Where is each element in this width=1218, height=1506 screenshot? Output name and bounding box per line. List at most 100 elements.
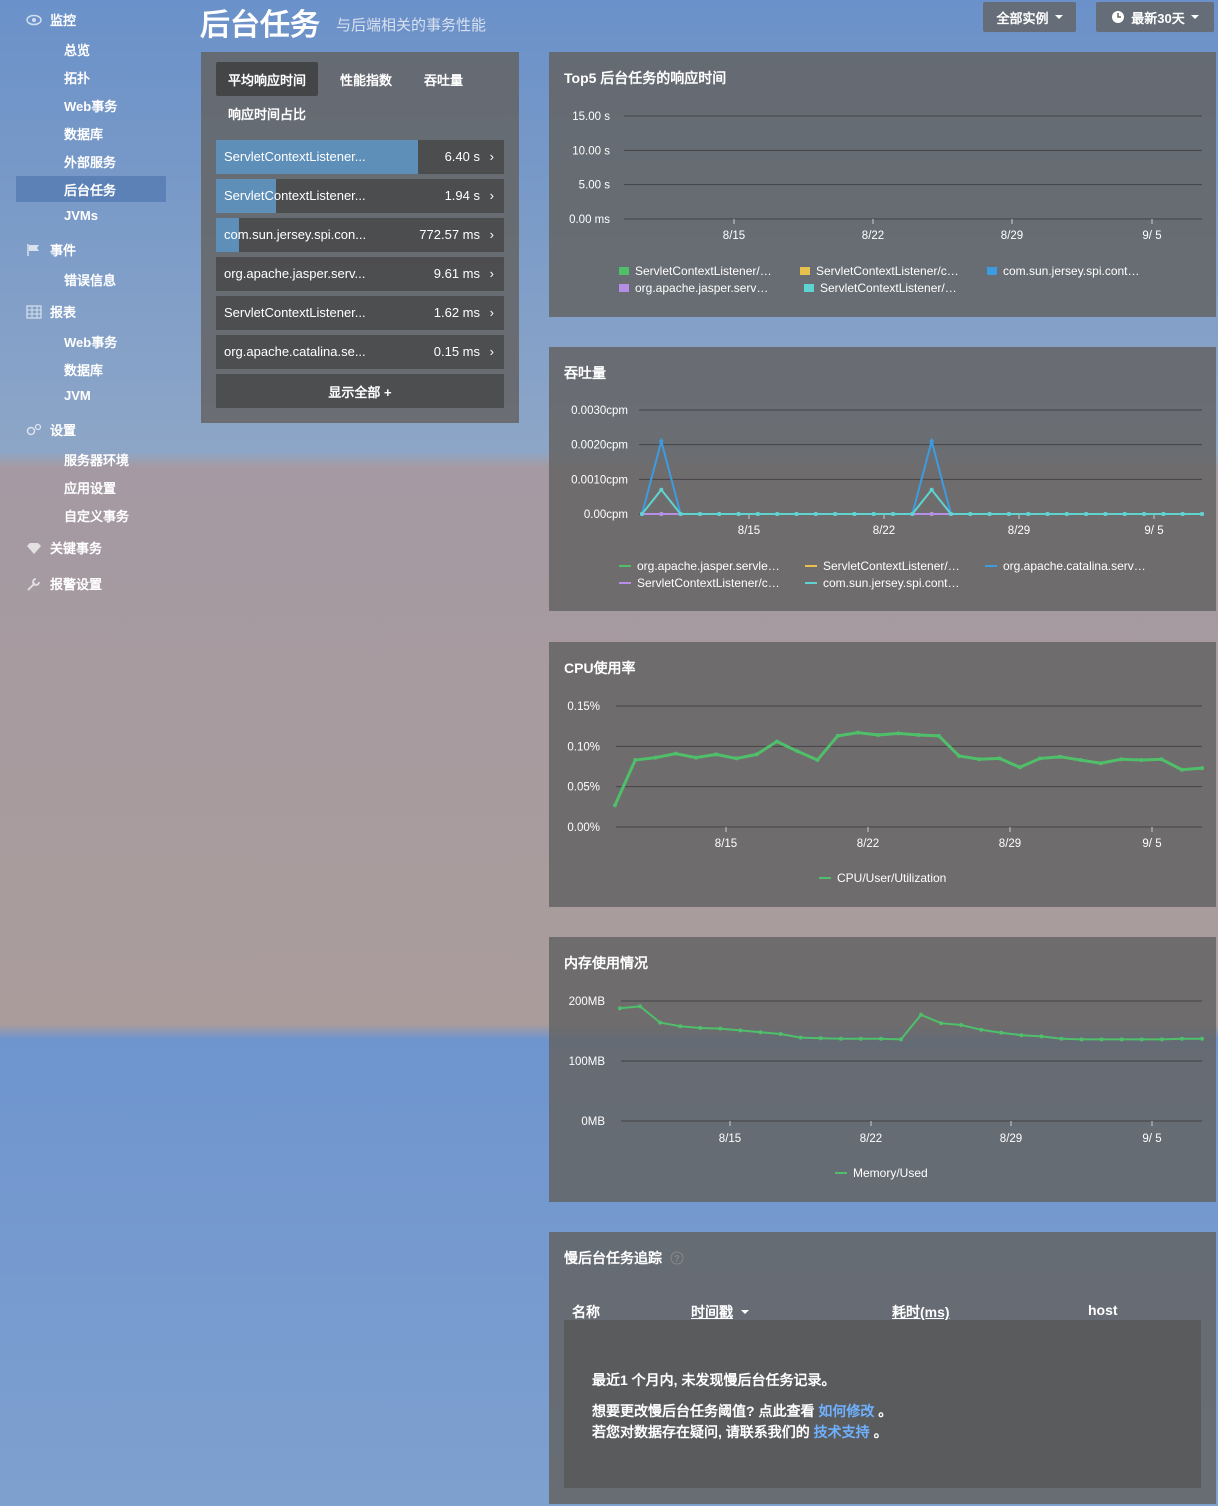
sidebar-item-report-web[interactable]: Web事务	[64, 332, 117, 351]
x-tick-label: 8/15	[738, 525, 760, 537]
task-row-value: 1.94 s	[444, 188, 480, 203]
time-range-dropdown[interactable]: 最新30天	[1096, 2, 1214, 32]
sidebar-item-topology[interactable]: 拓扑	[64, 68, 90, 87]
column-header-timestamp[interactable]: 时间戳	[691, 1302, 749, 1322]
sidebar-item-external-services[interactable]: 外部服务	[64, 152, 116, 171]
data-point	[898, 1037, 903, 1042]
tab-avg-response-time[interactable]: 平均响应时间	[216, 62, 319, 96]
data-point	[948, 512, 953, 516]
show-all-button[interactable]: 显示全部 +	[216, 374, 504, 408]
legend-item[interactable]: com.sun.jersey.spi.cont…	[805, 576, 960, 590]
data-point	[968, 512, 973, 516]
task-row-value: 6.40 s	[444, 149, 480, 164]
sidebar-item-app-settings[interactable]: 应用设置	[64, 478, 116, 497]
eye-icon	[26, 14, 42, 25]
support-hint-text: 若您对数据存在疑问, 请联系我们的	[592, 1424, 810, 1440]
data-point	[758, 1030, 763, 1035]
legend-item[interactable]: ServletContextListener/c…	[800, 264, 959, 278]
data-point	[638, 1004, 643, 1009]
data-point	[929, 512, 934, 516]
sidebar-group-events[interactable]: 事件	[26, 240, 76, 259]
legend-item[interactable]: com.sun.jersey.spi.cont…	[987, 264, 1140, 278]
legend-item[interactable]: CPU/User/Utilization	[819, 871, 946, 885]
sidebar-item-web-transactions[interactable]: Web事务	[64, 96, 117, 115]
data-point	[1045, 512, 1050, 516]
task-row-name: ServletContextListener...	[224, 149, 366, 164]
task-row[interactable]: com.sun.jersey.spi.con... 772.57 ms ›	[216, 218, 504, 252]
sidebar-item-overview[interactable]: 总览	[64, 40, 90, 59]
data-point	[653, 755, 658, 760]
x-tick-label: 9/ 5	[1142, 1133, 1161, 1145]
task-row[interactable]: ServletContextListener... 1.62 ms ›	[216, 296, 504, 330]
sidebar-item-database[interactable]: 数据库	[64, 124, 103, 143]
sidebar-group-settings[interactable]: 设置	[26, 420, 76, 439]
legend-item[interactable]: ServletContextListener/c…	[619, 576, 780, 590]
data-point	[1200, 1036, 1204, 1041]
legend-item[interactable]: ServletContextListener/…	[804, 281, 957, 295]
sidebar-item-jvms[interactable]: JVMs	[64, 208, 98, 223]
data-point	[659, 512, 664, 516]
data-point	[1200, 512, 1204, 516]
data-point	[613, 803, 617, 808]
y-tick-label: 0MB	[581, 1116, 605, 1128]
data-point	[673, 751, 678, 756]
gears-icon	[26, 423, 42, 435]
how-to-modify-link[interactable]: 如何修改	[818, 1403, 874, 1419]
column-header-duration[interactable]: 耗时(ms)	[892, 1302, 950, 1322]
data-point	[678, 512, 683, 516]
legend-item[interactable]: Memory/Used	[835, 1166, 928, 1180]
task-row[interactable]: ServletContextListener... 1.94 s ›	[216, 179, 504, 213]
tab-throughput[interactable]: 吞吐量	[412, 62, 475, 96]
legend-item[interactable]: org.apache.jasper.serv…	[619, 281, 768, 295]
sidebar-group-alert-settings[interactable]: 报警设置	[26, 574, 102, 593]
task-row[interactable]: org.apache.jasper.serv... 9.61 ms ›	[216, 257, 504, 291]
data-point	[697, 512, 702, 516]
task-row[interactable]: org.apache.catalina.se... 0.15 ms ›	[216, 335, 504, 369]
instances-dropdown[interactable]: 全部实例	[983, 2, 1076, 32]
sidebar-item-report-db[interactable]: 数据库	[64, 360, 103, 379]
diamond-icon	[27, 542, 41, 554]
flag-icon	[27, 243, 39, 256]
sidebar-group-monitor[interactable]: 监控	[26, 10, 76, 29]
legend-label: CPU/User/Utilization	[837, 871, 947, 885]
legend-item[interactable]: ServletContextListener/…	[619, 264, 772, 278]
sidebar-item-server-env[interactable]: 服务器环境	[64, 450, 129, 469]
cpu-chart-panel: CPU使用率 0.15% 0.10% 0.05% 0.00% 8/15 8/22 8/29 9…	[549, 642, 1216, 907]
legend-swatch	[835, 1172, 847, 1174]
sidebar-group-key-transactions[interactable]: 关键事务	[26, 538, 102, 557]
cpu-chart: 0.15% 0.10% 0.05% 0.00% 8/15 8/22 8/29 9/ 5	[567, 701, 1204, 850]
y-tick-label: 0.05%	[567, 782, 600, 794]
data-point	[736, 512, 741, 516]
data-point	[1103, 512, 1108, 516]
tech-support-link[interactable]: 技术支持	[814, 1424, 870, 1440]
tab-response-time-share[interactable]: 响应时间占比	[216, 96, 318, 130]
data-point	[1180, 512, 1185, 516]
sidebar-group-reports[interactable]: 报表	[26, 302, 76, 321]
legend-label: ServletContextListener/c…	[816, 264, 959, 278]
legend-swatch	[819, 877, 831, 879]
data-point	[795, 749, 800, 754]
question-circle-icon[interactable]: ?	[670, 1251, 684, 1265]
data-point	[833, 512, 838, 516]
column-header-name: 名称	[572, 1304, 600, 1320]
data-point	[718, 1026, 723, 1031]
slow-task-title-text: 慢后台任务追踪	[564, 1250, 662, 1266]
legend-item[interactable]: ServletContextListener/…	[805, 559, 960, 573]
sidebar-item-custom-transactions[interactable]: 自定义事务	[64, 506, 129, 525]
data-point	[876, 733, 881, 738]
tab-performance-index[interactable]: 性能指数	[328, 62, 404, 96]
task-row-name: ServletContextListener...	[224, 188, 366, 203]
sidebar-item-background-tasks[interactable]: 后台任务	[64, 180, 116, 199]
sidebar-item-report-jvm[interactable]: JVM	[64, 388, 91, 403]
task-row-name: org.apache.catalina.se...	[224, 344, 366, 359]
legend-item[interactable]: org.apache.jasper.servle…	[619, 559, 780, 573]
task-row-name: ServletContextListener...	[224, 305, 366, 320]
task-row[interactable]: ServletContextListener... 6.40 s ›	[216, 140, 504, 174]
data-point	[1026, 512, 1031, 516]
sidebar-group-label: 报警设置	[50, 577, 103, 592]
legend-item[interactable]: org.apache.catalina.serv…	[985, 559, 1146, 573]
data-point	[618, 1006, 622, 1011]
x-tick-label: 8/15	[715, 838, 737, 850]
legend-label: org.apache.catalina.serv…	[1003, 559, 1146, 573]
sidebar-item-errors[interactable]: 错误信息	[64, 270, 116, 289]
